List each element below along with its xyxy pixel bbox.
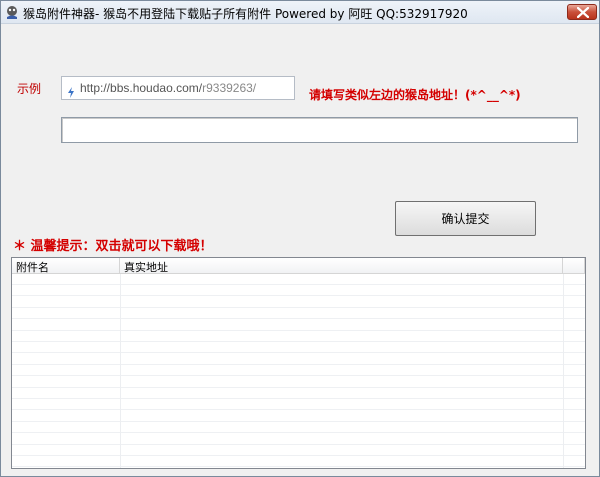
list-grid-row — [12, 388, 585, 399]
list-grid-row — [12, 434, 585, 445]
download-tip: ＊ 温馨提示：双击就可以下载哦！ — [13, 239, 213, 254]
list-grid-row — [12, 308, 585, 320]
example-url-box: http://bbs.houdao.com/r9339263/ — [61, 76, 295, 100]
list-grid-row — [12, 422, 585, 434]
input-hint: 请填写类似左边的猴岛地址！(*^__^*) — [309, 88, 521, 102]
close-icon — [577, 7, 589, 18]
submit-button[interactable]: 确认提交 — [395, 201, 536, 236]
example-url-main: http://bbs.houdao.com/ — [80, 81, 203, 95]
column-header-filename[interactable]: 附件名 — [12, 258, 120, 274]
list-body[interactable] — [12, 274, 585, 468]
window-title: 猴岛附件神器- 猴岛不用登陆下载贴子所有附件 Powered by 阿旺 QQ:… — [23, 7, 468, 21]
list-grid-row — [12, 354, 585, 365]
list-grid-row — [12, 285, 585, 297]
list-column-divider — [120, 274, 121, 468]
app-icon — [4, 4, 20, 20]
url-input[interactable] — [61, 117, 578, 143]
list-grid-row — [12, 320, 585, 331]
list-grid-row — [12, 399, 585, 411]
column-header-extra[interactable] — [563, 258, 585, 274]
list-grid-row — [12, 445, 585, 456]
column-header-real-url[interactable]: 真实地址 — [120, 258, 563, 274]
list-grid-row — [12, 411, 585, 422]
lightning-bolt-icon — [67, 83, 75, 102]
title-bar[interactable]: 猴岛附件神器- 猴岛不用登陆下载贴子所有附件 Powered by 阿旺 QQ:… — [1, 1, 599, 24]
list-grid-row — [12, 331, 585, 342]
example-label: 示例 — [17, 82, 42, 96]
list-grid-row — [12, 274, 585, 285]
list-grid-row — [12, 377, 585, 388]
list-grid-row — [12, 342, 585, 354]
list-header: 附件名 真实地址 — [12, 258, 585, 274]
attachment-list[interactable]: 附件名 真实地址 — [11, 257, 586, 469]
app-window: 猴岛附件神器- 猴岛不用登陆下载贴子所有附件 Powered by 阿旺 QQ:… — [0, 0, 600, 477]
list-column-divider — [563, 274, 564, 468]
list-grid-row — [12, 365, 585, 377]
close-button[interactable] — [567, 4, 597, 20]
list-grid-row — [12, 297, 585, 308]
example-url-text: http://bbs.houdao.com/r9339263/ — [80, 81, 256, 95]
list-grid-row — [12, 456, 585, 468]
example-url-path: r9339263/ — [202, 81, 257, 95]
